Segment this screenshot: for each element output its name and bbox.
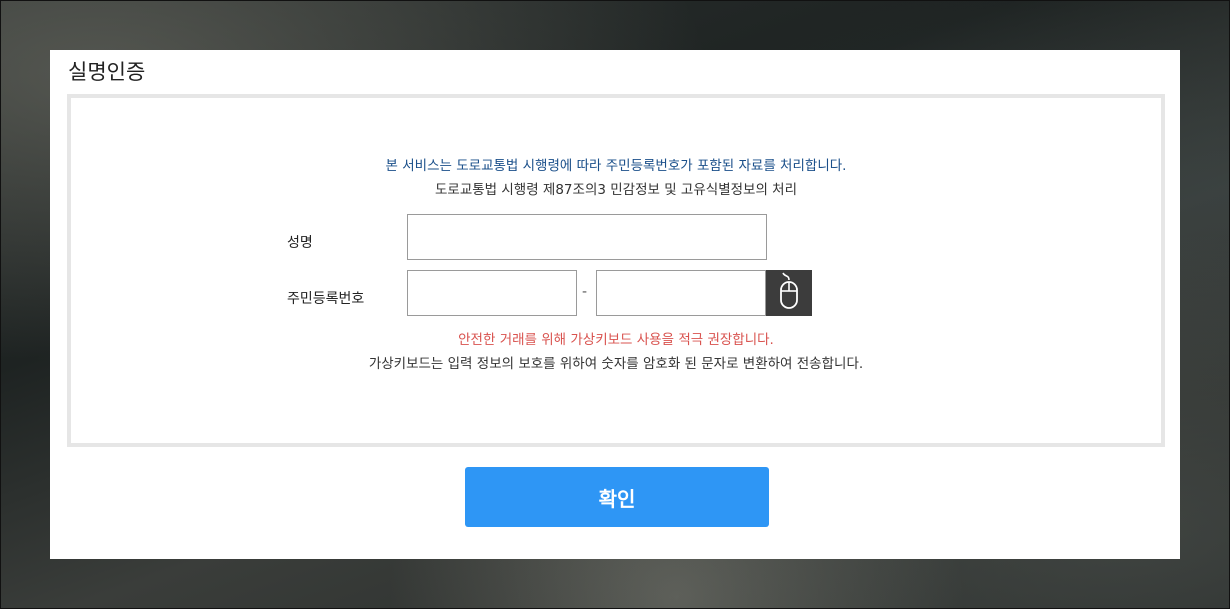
page-background: { "panel": { "title": "실명인증" }, "notice"… (0, 0, 1230, 609)
privacy-notice: 본 서비스는 도로교통법 시행령에 따라 주민등록번호가 포함된 자료를 처리합… (385, 158, 847, 174)
mouse-icon (775, 271, 803, 315)
confirm-button[interactable]: 확인 (465, 467, 769, 527)
virtual-keyboard-description: 가상키보드는 입력 정보의 보호를 위하여 숫자를 암호화 된 문자로 변환하여… (368, 356, 864, 372)
auth-panel: 실명인증 본 서비스는 도로교통법 시행령에 따라 주민등록번호가 포함된 자료… (50, 50, 1180, 559)
page-title: 실명인증 (68, 60, 146, 84)
rrn-first-input[interactable] (407, 270, 577, 316)
auth-form-box: 본 서비스는 도로교통법 시행령에 따라 주민등록번호가 포함된 자료를 처리합… (67, 94, 1165, 447)
name-input[interactable] (407, 214, 767, 260)
rrn-label: 주민등록번호 (287, 291, 365, 307)
virtual-keyboard-warning: 안전한 거래를 위해 가상키보드 사용을 적극 권장합니다. (458, 332, 774, 348)
rrn-separator: - (582, 284, 588, 300)
rrn-second-input[interactable] (596, 270, 766, 316)
name-label: 성명 (287, 235, 313, 251)
virtual-keyboard-button[interactable] (766, 270, 812, 316)
legal-basis-notice: 도로교통법 시행령 제87조의3 민감정보 및 고유식별정보의 처리 (434, 182, 797, 198)
